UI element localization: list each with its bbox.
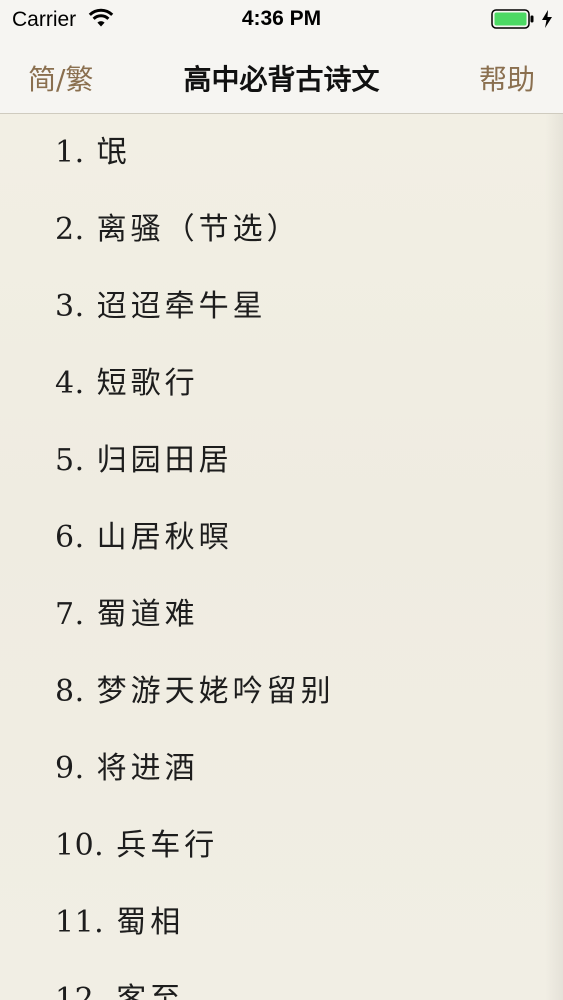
list-item-poem-9[interactable]: 9. 将进酒 [55, 745, 199, 793]
poem-number: 1. [55, 135, 85, 170]
poem-number: 5. [55, 443, 85, 478]
poem-number: 6. [55, 520, 85, 555]
poem-title: 山居秋暝 [96, 520, 233, 555]
poem-number: 12. [55, 982, 105, 1000]
poem-number: 8. [55, 674, 85, 709]
poem-title: 氓 [96, 135, 131, 170]
list-item-poem-7[interactable]: 7. 蜀道难 [55, 591, 199, 639]
list-item-poem-2[interactable]: 2. 离骚（节选） [55, 206, 301, 254]
poem-number: 9. [55, 751, 85, 786]
poem-title: 兵车行 [116, 828, 219, 863]
status-time: 4:36 PM [241, 7, 322, 30]
poem-list-container[interactable]: 1. 氓 2. 离骚（节选） 3. 迢迢牵牛星 4. 短歌行 5. 归园田居 6. 山居秋暝… [0, 114, 563, 1000]
list-item-poem-8[interactable]: 8. 梦游天姥吟留别 [55, 668, 335, 716]
poem-title: 将进酒 [96, 751, 199, 786]
poem-title: 归园田居 [96, 443, 233, 478]
navigation-bar: 简/繁 高中必背古诗文 帮助 [0, 40, 563, 114]
list-item-poem-5[interactable]: 5. 归园田居 [55, 437, 233, 485]
list-item-poem-12[interactable]: 12. 客至 [55, 976, 184, 1000]
list-item-poem-10[interactable]: 10. 兵车行 [55, 822, 218, 870]
poem-title: 迢迢牵牛星 [96, 289, 267, 324]
poem-title: 短歌行 [96, 366, 199, 401]
list-item-poem-3[interactable]: 3. 迢迢牵牛星 [55, 283, 267, 331]
list-item-poem-4[interactable]: 4. 短歌行 [55, 360, 199, 408]
poem-number: 3. [55, 289, 85, 324]
help-button[interactable]: 帮助 [479, 58, 535, 98]
poem-number: 4. [55, 366, 85, 401]
list-item-poem-6[interactable]: 6. 山居秋暝 [55, 514, 233, 562]
charging-bolt-icon [540, 9, 554, 29]
poem-number: 10. [55, 828, 105, 863]
poem-number: 7. [55, 597, 85, 632]
list-item-poem-1[interactable]: 1. 氓 [55, 129, 131, 177]
paper-texture [545, 114, 563, 1000]
poem-title: 客至 [116, 982, 185, 1000]
poem-title: 梦游天姥吟留别 [96, 674, 335, 709]
poem-title: 离骚（节选） [96, 212, 301, 247]
poem-number: 11. [55, 905, 105, 940]
list-item-poem-11[interactable]: 11. 蜀相 [55, 899, 184, 947]
poem-title: 蜀道难 [96, 597, 199, 632]
battery-icon [491, 9, 535, 29]
poem-number: 2. [55, 212, 85, 247]
poem-title: 蜀相 [116, 905, 185, 940]
status-bar: Carrier 4:36 PM [0, 0, 563, 40]
